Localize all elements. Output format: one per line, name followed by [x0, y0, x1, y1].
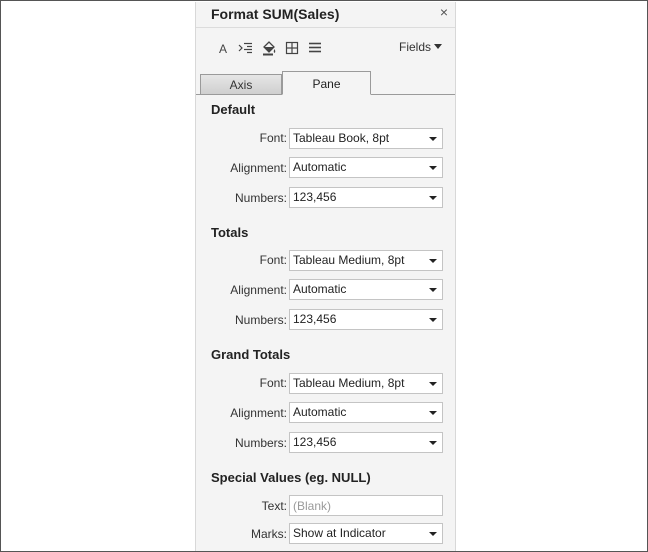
dropdown-arrow-icon [429, 196, 437, 200]
default-font-label: Font: [259, 131, 287, 145]
section-heading-special-values: Special Values (eg. NULL) [211, 470, 371, 485]
grand-totals-alignment-value: Automatic [293, 405, 347, 419]
default-font-value: Tableau Book, 8pt [293, 131, 390, 145]
tab-bar: Axis Pane [196, 71, 455, 95]
grand-totals-numbers-label: Numbers: [234, 436, 287, 450]
dropdown-arrow-icon [429, 382, 437, 386]
tab-axis[interactable]: Axis [200, 74, 282, 94]
default-alignment-dropdown[interactable]: Automatic [289, 157, 443, 178]
totals-font-value: Tableau Medium, 8pt [293, 253, 405, 267]
window-frame: Format SUM(Sales) × A Fields Axis Pane D… [0, 0, 648, 552]
totals-alignment-dropdown[interactable]: Automatic [289, 279, 443, 300]
fields-menu[interactable]: Fields [399, 40, 443, 54]
panel-title: Format SUM(Sales) [211, 6, 340, 22]
grand-totals-alignment-label: Alignment: [230, 406, 287, 420]
grand-totals-font-label: Font: [259, 376, 287, 390]
grand-totals-numbers-dropdown[interactable]: 123,456 [289, 432, 443, 453]
dropdown-arrow-icon [429, 137, 437, 141]
lines-icon[interactable] [307, 40, 323, 56]
tab-pane[interactable]: Pane [282, 71, 371, 95]
special-text-label: Text: [261, 499, 287, 513]
dropdown-arrow-icon [429, 411, 437, 415]
default-numbers-label: Numbers: [234, 191, 287, 205]
special-text-input[interactable] [289, 495, 443, 516]
borders-icon[interactable] [284, 40, 300, 56]
default-alignment-value: Automatic [293, 160, 347, 174]
special-marks-value: Show at Indicator [293, 526, 386, 540]
totals-alignment-label: Alignment: [230, 283, 287, 297]
special-marks-dropdown[interactable]: Show at Indicator [289, 523, 443, 544]
dropdown-arrow-icon [429, 441, 437, 445]
font-icon[interactable]: A [215, 40, 231, 56]
grand-totals-font-value: Tableau Medium, 8pt [293, 376, 405, 390]
default-numbers-value: 123,456 [293, 190, 337, 204]
dropdown-arrow-icon [429, 259, 437, 263]
totals-font-label: Font: [259, 253, 287, 267]
totals-font-dropdown[interactable]: Tableau Medium, 8pt [289, 250, 443, 271]
dropdown-arrow-icon [429, 532, 437, 536]
title-divider [196, 27, 455, 28]
default-alignment-label: Alignment: [230, 161, 287, 175]
default-font-dropdown[interactable]: Tableau Book, 8pt [289, 128, 443, 149]
totals-numbers-dropdown[interactable]: 123,456 [289, 309, 443, 330]
special-marks-label: Marks: [251, 527, 287, 541]
section-heading-totals: Totals [211, 225, 249, 240]
format-panel: Format SUM(Sales) × A Fields Axis Pane D… [195, 2, 456, 551]
totals-numbers-label: Numbers: [234, 313, 287, 327]
default-numbers-dropdown[interactable]: 123,456 [289, 187, 443, 208]
grand-totals-numbers-value: 123,456 [293, 435, 337, 449]
close-button[interactable]: × [437, 4, 451, 20]
grand-totals-font-dropdown[interactable]: Tableau Medium, 8pt [289, 373, 443, 394]
section-heading-default: Default [211, 102, 256, 117]
dropdown-arrow-icon [429, 288, 437, 292]
alignment-icon[interactable] [238, 40, 254, 56]
grand-totals-alignment-dropdown[interactable]: Automatic [289, 402, 443, 423]
dropdown-arrow-icon [429, 318, 437, 322]
fields-menu-label: Fields [399, 40, 432, 54]
totals-numbers-value: 123,456 [293, 312, 337, 326]
svg-text:A: A [219, 42, 227, 56]
dropdown-arrow-icon [429, 166, 437, 170]
shading-icon[interactable] [261, 40, 277, 56]
totals-alignment-value: Automatic [293, 282, 347, 296]
section-heading-grand-totals: Grand Totals [211, 347, 291, 362]
chevron-down-icon [434, 44, 443, 49]
